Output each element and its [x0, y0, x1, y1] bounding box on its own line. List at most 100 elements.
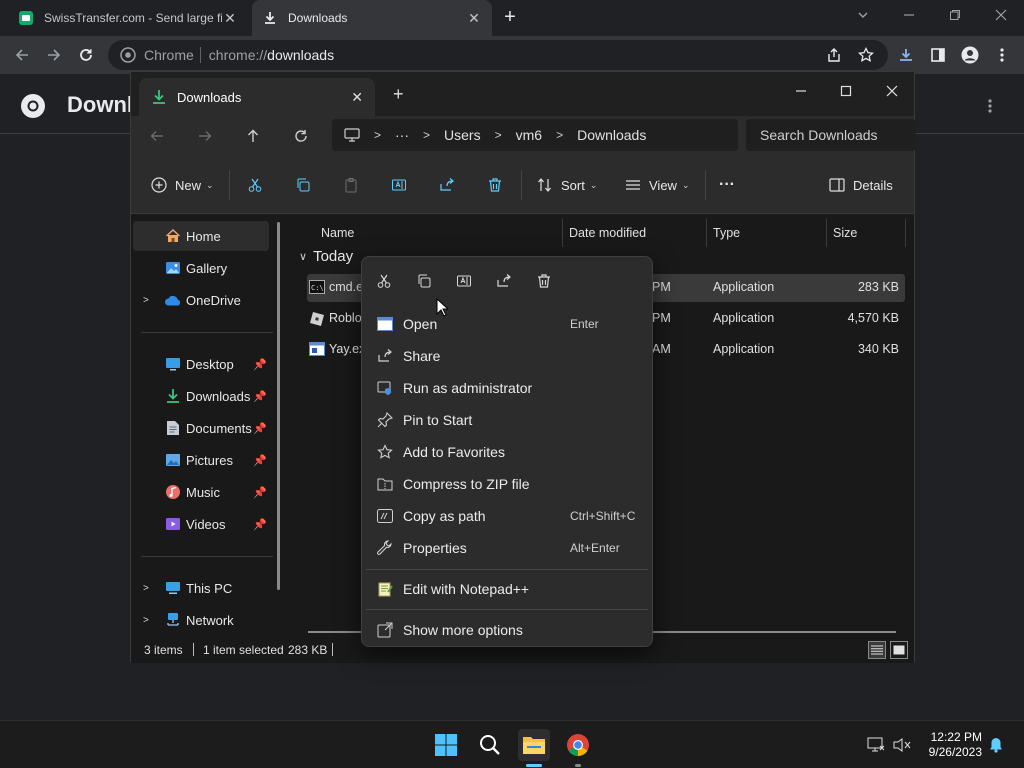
chrome-tab-swisstransfer[interactable]: SwissTransfer.com - Send large fi ✕	[8, 0, 248, 36]
copy-icon[interactable]	[412, 271, 436, 291]
menu-item-open[interactable]: Open Enter	[366, 308, 648, 340]
menu-item-show-more-options[interactable]: Show more options	[366, 614, 648, 646]
refresh-icon[interactable]	[287, 124, 315, 148]
menu-item-compress-zip[interactable]: Compress to ZIP file	[366, 468, 648, 500]
chevron-right-icon[interactable]: >	[143, 615, 149, 626]
column-header-size[interactable]: Size	[833, 219, 857, 247]
copy-icon[interactable]	[295, 173, 311, 197]
profile-icon[interactable]	[958, 43, 982, 67]
share-icon[interactable]	[822, 43, 846, 67]
menu-item-pin-to-start[interactable]: Pin to Start	[366, 404, 648, 436]
minimize-icon[interactable]	[778, 76, 824, 106]
close-icon[interactable]: ✕	[351, 89, 363, 106]
chrome-tab-downloads[interactable]: Downloads ✕	[252, 0, 492, 36]
chevron-right-icon[interactable]: >	[143, 583, 149, 594]
file-type: Application	[713, 311, 775, 325]
new-tab-button[interactable]: +	[498, 6, 522, 30]
pin-icon[interactable]: 📌	[253, 486, 267, 499]
nav-item-downloads[interactable]: Downloads 📌	[133, 381, 269, 411]
new-tab-button[interactable]: +	[393, 84, 404, 105]
rename-icon[interactable]	[452, 271, 476, 291]
reload-icon[interactable]	[74, 43, 98, 67]
nav-item-videos[interactable]: Videos 📌	[133, 509, 269, 539]
bookmark-star-icon[interactable]	[854, 43, 878, 67]
forward-icon[interactable]	[42, 43, 66, 67]
menu-item-copy-as-path[interactable]: Copy as path Ctrl+Shift+C	[366, 500, 648, 532]
pin-icon[interactable]: 📌	[253, 454, 267, 467]
close-icon[interactable]: ✕	[222, 10, 238, 27]
chrome-menu-icon[interactable]	[990, 43, 1014, 67]
breadcrumb[interactable]: > ··· > Users > vm6 > Downloads	[332, 119, 738, 151]
pin-icon[interactable]: 📌	[253, 422, 267, 435]
menu-item-share[interactable]: Share	[366, 340, 648, 372]
nav-scrollbar[interactable]	[277, 222, 280, 590]
delete-icon[interactable]	[487, 173, 503, 197]
sort-button[interactable]: Sort ⌄	[537, 173, 597, 197]
new-button[interactable]: New ⌄	[151, 173, 214, 197]
system-clock[interactable]: 12:22 PM 9/26/2023	[918, 730, 982, 760]
forward-icon[interactable]	[191, 124, 219, 148]
share-icon[interactable]	[492, 271, 516, 291]
back-icon[interactable]	[10, 43, 34, 67]
group-header-today[interactable]: ∨ Today	[299, 248, 353, 265]
chrome-taskbar-icon[interactable]	[562, 729, 594, 761]
notification-bell-icon[interactable]	[986, 735, 1006, 755]
search-input[interactable]: Search Downloads	[746, 119, 916, 151]
nav-item-pictures[interactable]: Pictures 📌	[133, 445, 269, 475]
breadcrumb-downloads[interactable]: Downloads	[577, 127, 646, 143]
column-header-name[interactable]: Name	[321, 219, 354, 247]
pin-icon[interactable]: 📌	[253, 358, 267, 371]
address-bar[interactable]: Chrome chrome://downloads	[108, 40, 888, 70]
column-header-date[interactable]: Date modified	[569, 219, 646, 247]
menu-item-run-as-admin[interactable]: Run as administrator	[366, 372, 648, 404]
nav-item-network[interactable]: > Network	[133, 605, 269, 635]
chevron-right-icon[interactable]: >	[143, 295, 149, 306]
pin-icon[interactable]: 📌	[253, 518, 267, 531]
page-menu-icon[interactable]	[988, 98, 992, 114]
cut-icon[interactable]	[247, 173, 263, 197]
back-icon[interactable]	[143, 124, 171, 148]
paste-icon[interactable]	[343, 173, 359, 197]
close-icon[interactable]: ✕	[466, 10, 482, 27]
cut-icon[interactable]	[372, 271, 396, 291]
delete-icon[interactable]	[532, 271, 556, 291]
file-explorer-taskbar-icon[interactable]	[518, 729, 550, 761]
network-icon[interactable]	[866, 735, 886, 755]
details-view-icon[interactable]	[868, 641, 886, 659]
maximize-icon[interactable]	[823, 76, 869, 106]
restore-icon[interactable]	[932, 0, 978, 30]
downloads-icon[interactable]	[894, 43, 918, 67]
nav-item-this-pc[interactable]: > This PC	[133, 573, 269, 603]
menu-item-properties[interactable]: Properties Alt+Enter	[366, 532, 648, 564]
nav-item-gallery[interactable]: Gallery	[133, 253, 269, 283]
share-icon[interactable]	[439, 173, 455, 197]
details-button[interactable]: Details	[829, 173, 893, 197]
menu-item-add-to-favorites[interactable]: Add to Favorites	[366, 436, 648, 468]
nav-item-home[interactable]: Home	[133, 221, 269, 251]
tiles-view-icon[interactable]	[890, 641, 908, 659]
up-icon[interactable]	[239, 124, 267, 148]
pin-icon[interactable]: 📌	[253, 390, 267, 403]
column-header-type[interactable]: Type	[713, 219, 740, 247]
music-icon	[164, 483, 182, 501]
view-button[interactable]: View ⌄	[625, 173, 690, 197]
nav-item-music[interactable]: Music 📌	[133, 477, 269, 507]
nav-item-desktop[interactable]: Desktop 📌	[133, 349, 269, 379]
rename-icon[interactable]	[391, 173, 407, 197]
nav-item-onedrive[interactable]: > OneDrive	[133, 285, 269, 315]
nav-item-documents[interactable]: Documents 📌	[133, 413, 269, 443]
breadcrumb-users[interactable]: Users	[444, 127, 481, 143]
search-icon[interactable]	[474, 729, 506, 761]
breadcrumb-vm6[interactable]: vm6	[516, 127, 542, 143]
volume-muted-icon[interactable]	[892, 735, 912, 755]
breadcrumb-more[interactable]: ···	[395, 127, 409, 143]
tab-search-icon[interactable]	[840, 0, 886, 30]
close-window-icon[interactable]	[869, 76, 915, 106]
minimize-icon[interactable]	[886, 0, 932, 30]
menu-item-edit-notepadpp[interactable]: Edit with Notepad++	[366, 573, 648, 605]
explorer-tab-downloads[interactable]: Downloads ✕	[139, 78, 375, 116]
side-panel-icon[interactable]	[926, 43, 950, 67]
start-windows-icon[interactable]	[430, 729, 462, 761]
close-window-icon[interactable]	[978, 0, 1024, 30]
see-more-button[interactable]: ···	[719, 173, 735, 197]
